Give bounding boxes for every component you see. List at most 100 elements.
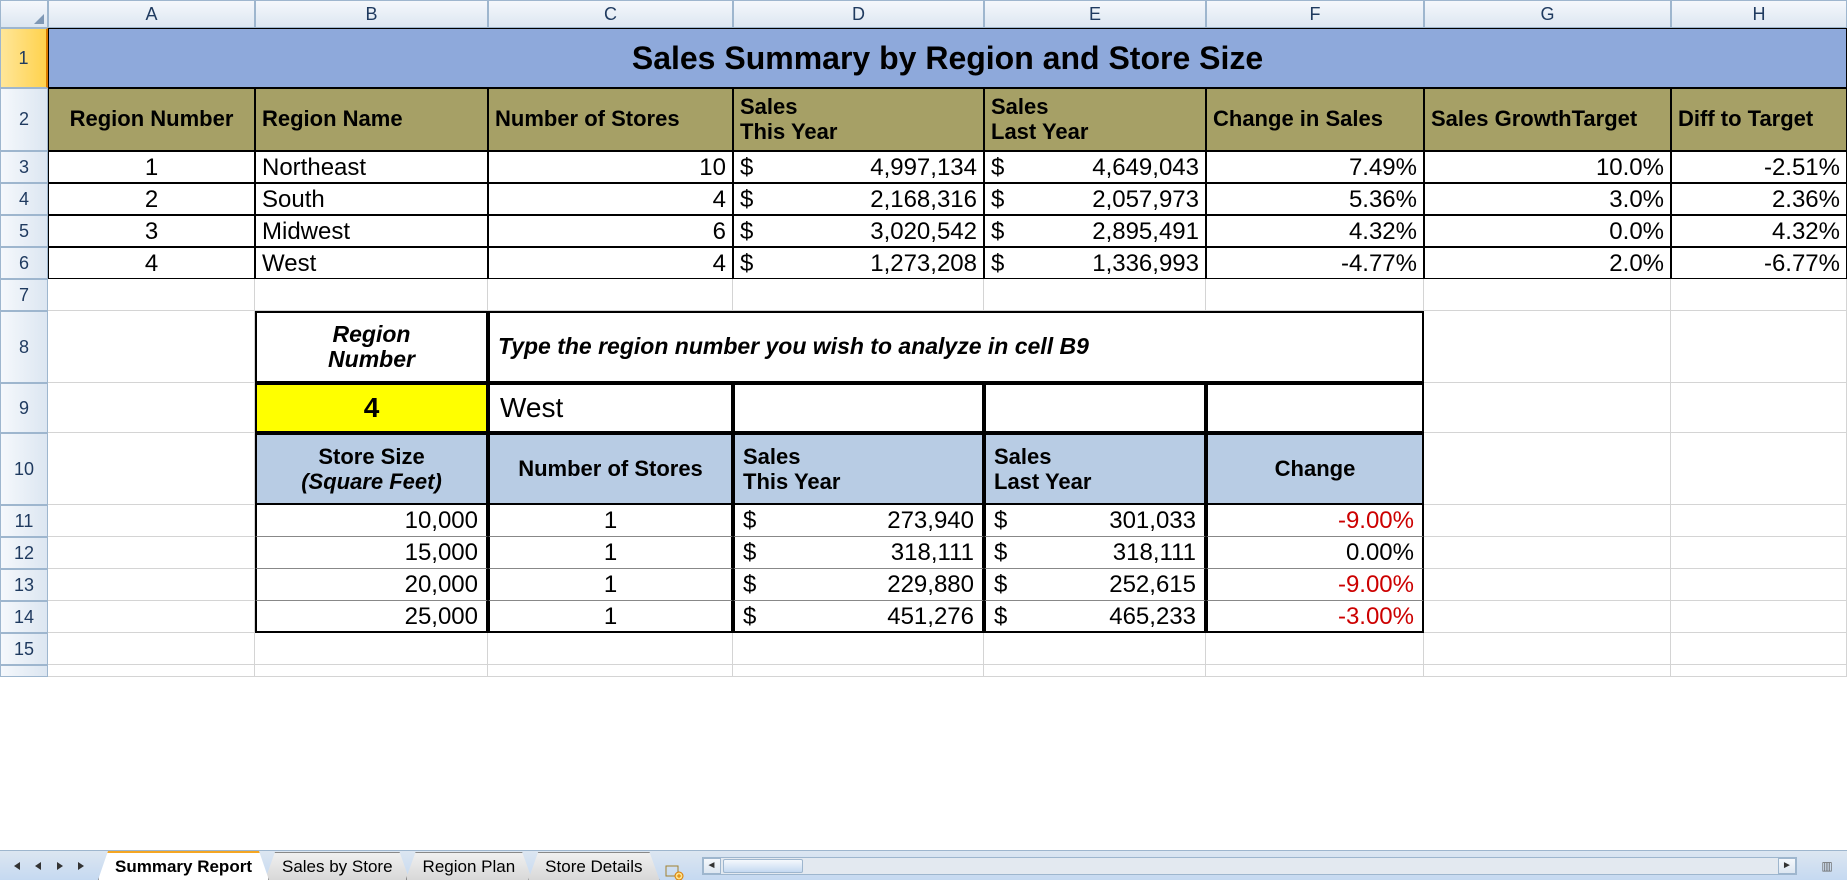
cell[interactable] xyxy=(48,601,255,633)
row-header-15[interactable]: 15 xyxy=(0,633,48,665)
cell-diff[interactable]: 4.32% xyxy=(1671,215,1847,247)
cell[interactable] xyxy=(488,633,733,665)
cell[interactable] xyxy=(255,633,488,665)
tab-summary-report[interactable]: Summary Report xyxy=(98,851,269,880)
cell-num-stores[interactable]: 4 xyxy=(488,247,733,279)
cell[interactable] xyxy=(1424,433,1671,505)
cell[interactable] xyxy=(1424,633,1671,665)
scroll-thumb[interactable] xyxy=(723,859,803,873)
col-header-F[interactable]: F xyxy=(1206,0,1424,28)
cell[interactable] xyxy=(1424,311,1671,383)
tab-store-details[interactable]: Store Details xyxy=(528,852,659,880)
tab-nav-prev-icon[interactable] xyxy=(28,856,48,876)
cell[interactable] xyxy=(1206,383,1424,433)
cell[interactable] xyxy=(1424,601,1671,633)
cell[interactable] xyxy=(1671,311,1847,383)
cell[interactable] xyxy=(1671,433,1847,505)
cell[interactable] xyxy=(1424,383,1671,433)
col-header-H[interactable]: H xyxy=(1671,0,1847,28)
cell-sales-this[interactable]: $3,020,542 xyxy=(733,215,984,247)
subhdr-sales-this[interactable]: Sales This Year xyxy=(733,433,984,505)
cell[interactable] xyxy=(1206,633,1424,665)
cell[interactable] xyxy=(1424,537,1671,569)
cell-diff[interactable]: 2.36% xyxy=(1671,183,1847,215)
cell[interactable] xyxy=(1671,279,1847,311)
horizontal-scrollbar[interactable]: ◄ ► xyxy=(702,857,1798,875)
cell-region-name[interactable]: South xyxy=(255,183,488,215)
col-header-A[interactable]: A xyxy=(48,0,255,28)
hdr-sales-this[interactable]: Sales This Year xyxy=(733,88,984,151)
cell-region-name[interactable]: West xyxy=(255,247,488,279)
cell-store-count[interactable]: 1 xyxy=(488,569,733,601)
cell[interactable] xyxy=(48,279,255,311)
cell-region-name[interactable]: Midwest xyxy=(255,215,488,247)
hdr-change[interactable]: Change in Sales xyxy=(1206,88,1424,151)
cell-target[interactable]: 0.0% xyxy=(1424,215,1671,247)
cell[interactable] xyxy=(733,633,984,665)
cell-diff[interactable]: -2.51% xyxy=(1671,151,1847,183)
cell-target[interactable]: 2.0% xyxy=(1424,247,1671,279)
cell-sales-last[interactable]: $2,895,491 xyxy=(984,215,1206,247)
cell[interactable] xyxy=(984,279,1206,311)
cell[interactable] xyxy=(984,383,1206,433)
cell[interactable] xyxy=(733,279,984,311)
cell[interactable] xyxy=(1671,569,1847,601)
cell-sales-this[interactable]: $4,997,134 xyxy=(733,151,984,183)
subhdr-change[interactable]: Change xyxy=(1206,433,1424,505)
row-header-6[interactable]: 6 xyxy=(0,247,48,279)
cell[interactable] xyxy=(1206,665,1424,677)
cell-sales-this[interactable]: $1,273,208 xyxy=(733,247,984,279)
cell[interactable] xyxy=(488,665,733,677)
cell-store-count[interactable]: 1 xyxy=(488,505,733,537)
tab-nav-last-icon[interactable] xyxy=(72,856,92,876)
cell-change[interactable]: 5.36% xyxy=(1206,183,1424,215)
cell-region-num[interactable]: 2 xyxy=(48,183,255,215)
cell-change[interactable]: 4.32% xyxy=(1206,215,1424,247)
cell[interactable] xyxy=(1671,633,1847,665)
tab-nav-first-icon[interactable] xyxy=(6,856,26,876)
cell[interactable] xyxy=(733,383,984,433)
subhdr-sales-last[interactable]: Sales Last Year xyxy=(984,433,1206,505)
hdr-num-stores[interactable]: Number of Stores xyxy=(488,88,733,151)
row-header-1[interactable]: 1 xyxy=(0,28,48,88)
cell[interactable] xyxy=(1671,383,1847,433)
cell[interactable] xyxy=(1424,505,1671,537)
cell-sales-last[interactable]: $4,649,043 xyxy=(984,151,1206,183)
cell[interactable] xyxy=(1671,537,1847,569)
cell-region-name[interactable]: Northeast xyxy=(255,151,488,183)
row-header-12[interactable]: 12 xyxy=(0,537,48,569)
cell-sales-last[interactable]: $252,615 xyxy=(984,569,1206,601)
cell[interactable] xyxy=(48,383,255,433)
row-header-5[interactable]: 5 xyxy=(0,215,48,247)
tab-region-plan[interactable]: Region Plan xyxy=(406,852,533,880)
hdr-diff-target[interactable]: Diff to Target xyxy=(1671,88,1847,151)
cell-sales-last[interactable]: $2,057,973 xyxy=(984,183,1206,215)
row-header-9[interactable]: 9 xyxy=(0,383,48,433)
hdr-region-name[interactable]: Region Name xyxy=(255,88,488,151)
select-all-corner[interactable] xyxy=(0,0,48,28)
tab-nav-next-icon[interactable] xyxy=(50,856,70,876)
row-header-4[interactable]: 4 xyxy=(0,183,48,215)
row-header-11[interactable]: 11 xyxy=(0,505,48,537)
cell-store-count[interactable]: 1 xyxy=(488,537,733,569)
cell[interactable] xyxy=(48,311,255,383)
cell-change[interactable]: -9.00% xyxy=(1206,505,1424,537)
cell[interactable] xyxy=(1206,279,1424,311)
cell-store-size[interactable]: 20,000 xyxy=(255,569,488,601)
cell-diff[interactable]: -6.77% xyxy=(1671,247,1847,279)
cell[interactable] xyxy=(255,279,488,311)
cell[interactable] xyxy=(1671,505,1847,537)
cell[interactable] xyxy=(48,433,255,505)
cell-change[interactable]: -4.77% xyxy=(1206,247,1424,279)
cell[interactable] xyxy=(1424,569,1671,601)
cell-store-size[interactable]: 10,000 xyxy=(255,505,488,537)
col-header-C[interactable]: C xyxy=(488,0,733,28)
cell[interactable] xyxy=(48,505,255,537)
row-header-14[interactable]: 14 xyxy=(0,601,48,633)
subhdr-num-stores[interactable]: Number of Stores xyxy=(488,433,733,505)
cell-store-size[interactable]: 15,000 xyxy=(255,537,488,569)
cell-sales-this[interactable]: $273,940 xyxy=(733,505,984,537)
cell[interactable] xyxy=(984,633,1206,665)
cell-num-stores[interactable]: 4 xyxy=(488,183,733,215)
cell-region-num[interactable]: 3 xyxy=(48,215,255,247)
